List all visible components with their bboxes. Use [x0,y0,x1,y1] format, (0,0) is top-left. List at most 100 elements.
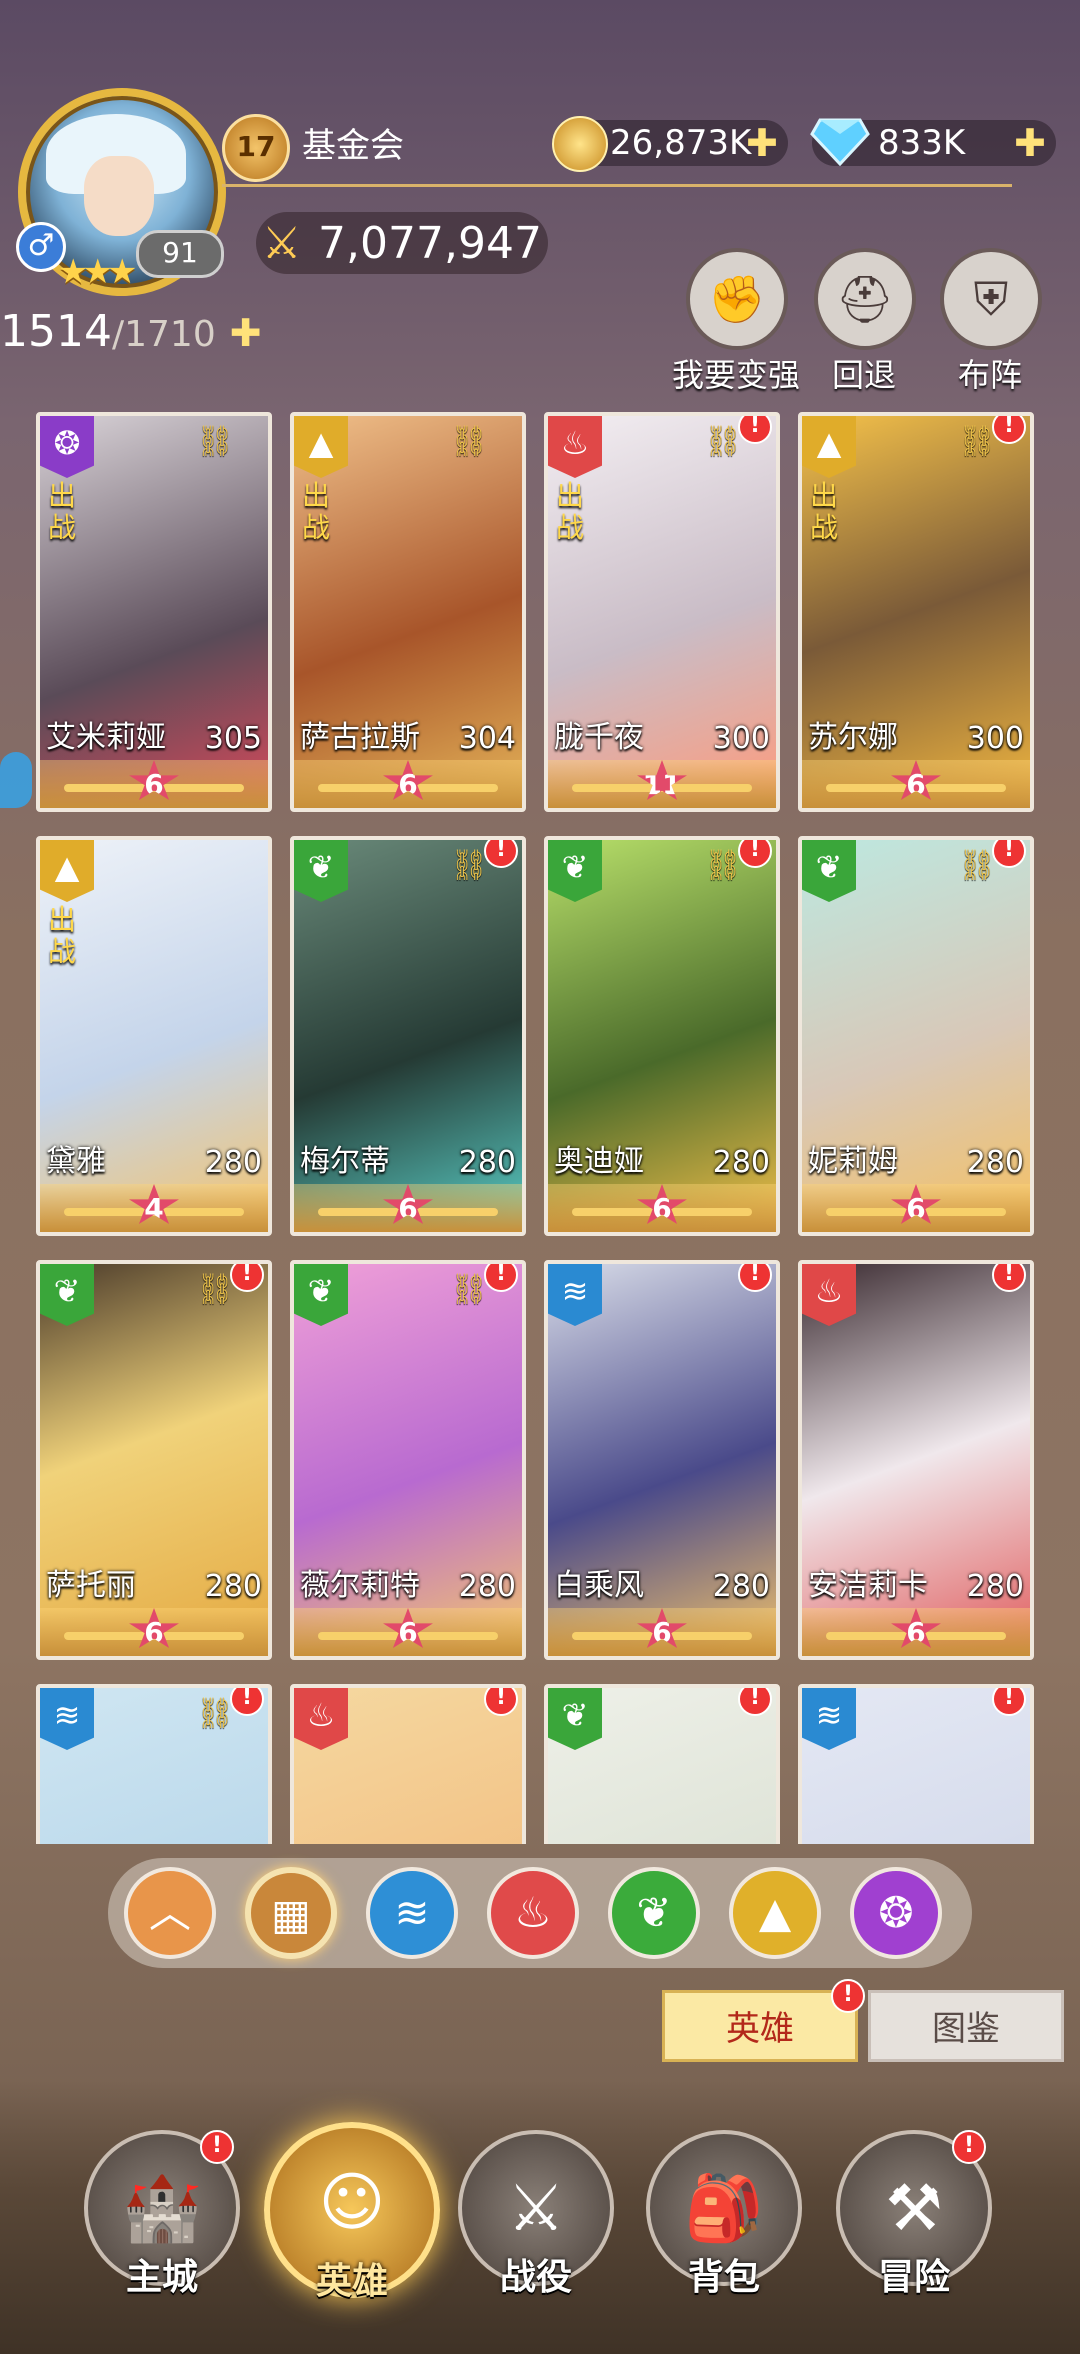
header-divider [222,184,1012,187]
gold-resource[interactable]: 26,873K ✚ [552,116,788,172]
hero-capacity: 1514/1710 ✚ [0,306,262,357]
filter-light-element-button[interactable]: ▲ [729,1867,821,1959]
hero-card[interactable]: ≋! [798,1684,1034,1844]
hero-card[interactable]: ❦ ⛓! 奥迪娅 280 6 [544,836,780,1236]
hero-card[interactable]: ❦ ⛓! 萨托丽 280 6 [36,1260,272,1660]
water-element-icon: ≋ [394,1888,430,1937]
hero-card[interactable]: ❦ ⛓! 妮莉姆 280 6 [798,836,1034,1236]
water-element-icon: ≋ [802,1688,856,1750]
hero-name: 萨托丽 [46,1568,136,1603]
filter-water-element-button[interactable]: ≋ [366,1867,458,1959]
tab-dex-label: 图鉴 [932,2009,1000,2049]
hero-card[interactable]: ≋ ⛓! [36,1684,272,1844]
hero-level: 280 [458,1569,516,1604]
alert-icon: ! [831,1979,865,2013]
deployed-tag: 出战 [556,479,585,544]
hero-card[interactable]: ♨! 安洁莉卡 280 6 [798,1260,1034,1660]
light-element-icon: ▲ [802,416,856,478]
hero-card[interactable]: ♨ ⛓! 出战 胧千夜 300 11 [544,412,780,812]
gem-resource[interactable]: 833K ✚ [810,118,1056,167]
add-gold-icon[interactable]: ✚ [746,120,778,166]
link-chain-icon: ⛓ [449,1272,488,1307]
fire-element-icon: ♨ [548,416,602,478]
tab-dex[interactable]: 图鉴 [868,1990,1064,2062]
expand-capacity-icon[interactable]: ✚ [230,311,262,355]
alert-icon: ! [952,2130,986,2164]
gold-coin-icon [552,116,608,172]
water-element-icon: ≋ [40,1688,94,1750]
link-chain-icon: ⛓ [957,424,996,459]
nav-castle[interactable]: 🏰 主城! [82,2130,242,2314]
hero-level: 300 [966,721,1024,756]
filter-chevron-up-button[interactable]: ︿ [124,1867,216,1959]
hero-level: 280 [712,1145,770,1180]
avatar-stars: ★★★ [58,252,137,292]
hero-level: 280 [204,1569,262,1604]
dark-element-icon: ❂ [878,1888,914,1937]
deployed-tag: 出战 [810,479,839,544]
element-filter-bar: ︿ ▦ ≋ ♨ ❦ ▲ ❂ [108,1858,972,1968]
nav-label: 冒险 [877,2257,950,2298]
hero-card[interactable]: ❦! [544,1684,780,1844]
link-chain-icon: ⛓ [703,848,742,883]
add-gem-icon[interactable]: ✚ [1014,120,1046,166]
hero-name: 胧千夜 [554,720,644,755]
hero-name: 薇尔莉特 [300,1568,420,1603]
filter-dark-element-button[interactable]: ❂ [850,1867,942,1959]
dark-element-icon: ❂ [40,416,94,478]
link-chain-icon: ⛓ [449,424,488,459]
filter-fire-element-button[interactable]: ♨ [487,1867,579,1959]
diamond-icon [810,116,870,168]
nav-sword-hammer[interactable]: ⚒ 冒险! [834,2130,994,2314]
hero-name: 安洁莉卡 [808,1568,928,1603]
hero-card[interactable]: ❦ ⛓! 梅尔蒂 280 6 [290,836,526,1236]
tab-hero[interactable]: 英雄 ! [662,1979,865,2062]
hero-card[interactable]: ❦ ⛓! 薇尔莉特 280 6 [290,1260,526,1660]
nature-element-icon: ❦ [294,1264,348,1326]
nav-label: 英雄 [315,2261,388,2302]
location-marker-icon [0,752,32,808]
reset-button[interactable]: ⛑ 回退 [814,248,916,396]
nav-label: 战役 [499,2257,572,2298]
formation-label: 布阵 [957,356,1022,394]
deployed-tag: 出战 [302,479,331,544]
hero-card[interactable]: ≋! 白乘风 280 6 [544,1260,780,1660]
hero-card[interactable]: ▲ ⛓ 出战 萨古拉斯 304 6 [290,412,526,812]
hero-level: 280 [712,1569,770,1604]
gold-amount: 26,873K [610,123,752,163]
hero-level: 280 [966,1145,1024,1180]
hero-card[interactable]: ❂ ⛓ 出战 艾米莉娅 305 6 [36,412,272,812]
hero-card[interactable]: ▲ 出战 黛雅 280 4 [36,836,272,1236]
capacity-current: 1514 [0,306,112,357]
helmet-reset-icon: ⛑ [814,248,916,350]
formation-button[interactable]: ⛨ 布阵 [940,248,1042,396]
guild-name[interactable]: 基金会 [302,118,404,167]
filter-nature-element-button[interactable]: ❦ [608,1867,700,1959]
alert-icon: ! [200,2130,234,2164]
nature-element-icon: ❦ [636,1888,672,1937]
hero-name: 梅尔蒂 [300,1144,390,1179]
fire-element-icon: ♨ [514,1888,552,1937]
nature-element-icon: ❦ [40,1264,94,1326]
get-stronger-button[interactable]: ✊ 我要变强 [672,248,800,396]
link-chain-icon: ⛓ [195,424,234,459]
hero-level: 305 [204,721,262,756]
hero-card[interactable]: ▲ ⛓! 出战 苏尔娜 300 6 [798,412,1034,812]
nav-hero[interactable]: ☺ 英雄 [262,2122,442,2306]
chevron-up-icon: ︿ [148,1888,191,1937]
combat-power: ⚔ 7,077,947 [256,212,548,274]
nav-sword-wings[interactable]: ⚔ 战役 [456,2130,616,2314]
capacity-max: /1710 [111,314,216,355]
filter-grid-all-button[interactable]: ▦ [245,1867,337,1959]
link-chain-icon: ⛓ [195,1272,234,1307]
crossed-swords-icon: ⚔ [262,218,302,269]
hero-card[interactable]: ♨! [290,1684,526,1844]
avatar-face [84,156,154,236]
nav-backpack[interactable]: 🎒 背包 [644,2130,804,2314]
hero-name: 艾米莉娅 [46,720,166,755]
hero-name: 萨古拉斯 [300,720,420,755]
light-element-icon: ▲ [294,416,348,478]
vip-level-badge[interactable]: 17 [222,114,290,182]
deployed-tag: 出战 [48,479,77,544]
nav-label: 背包 [687,2257,760,2298]
